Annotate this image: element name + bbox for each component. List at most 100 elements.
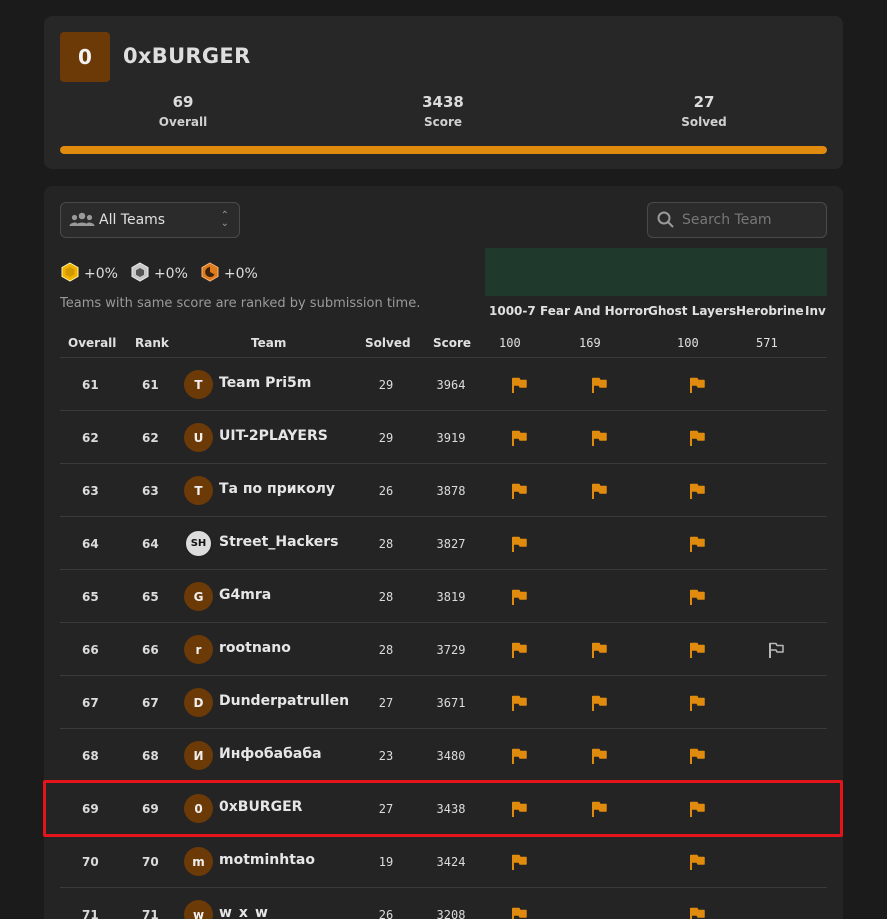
team-avatar: m [184, 847, 213, 876]
challenge-header-4[interactable]: Herobrine [736, 304, 804, 318]
col-team[interactable]: Team [251, 336, 286, 350]
col-rank[interactable]: Rank [135, 336, 169, 350]
stat-solved-label: Solved [681, 115, 727, 129]
table-row[interactable]: 70 70 m motminhtao 19 3424 [60, 835, 827, 888]
progress-bar [60, 146, 827, 154]
row-solved: 26 [378, 484, 394, 498]
team-name-link[interactable]: w_x_w [219, 905, 268, 919]
search-box[interactable] [647, 202, 827, 238]
solved-flag-icon[interactable] [590, 747, 608, 765]
team-name-link[interactable]: motminhtao [219, 852, 315, 868]
row-score: 3438 [436, 802, 466, 816]
team-name-link[interactable]: UIT-2PLAYERS [219, 428, 328, 444]
row-solved: 28 [378, 590, 394, 604]
solved-flag-icon[interactable] [510, 641, 528, 659]
team-name-link[interactable]: Dunderpatrullen [219, 693, 349, 709]
search-input[interactable] [682, 212, 812, 228]
solved-flag-icon[interactable] [510, 376, 528, 394]
solved-flag-icon[interactable] [688, 429, 706, 447]
row-rank: 68 [142, 749, 159, 763]
row-overall: 61 [82, 378, 99, 392]
team-name-link[interactable]: rootnano [219, 640, 291, 656]
team-avatar: T [184, 476, 213, 505]
row-rank: 62 [142, 431, 159, 445]
ranking-note: Teams with same score are ranked by subm… [60, 296, 421, 311]
solved-flag-icon[interactable] [590, 800, 608, 818]
team-avatar: SH [184, 529, 213, 558]
team-name-link[interactable]: Инфобабаба [219, 746, 322, 762]
table-row[interactable]: 65 65 G G4mra 28 3819 [60, 570, 827, 623]
col-solved[interactable]: Solved [365, 336, 411, 350]
stat-solved-value: 27 [693, 93, 715, 111]
solved-flag-icon[interactable] [688, 641, 706, 659]
solved-flag-icon[interactable] [510, 906, 528, 919]
solved-flag-icon[interactable] [688, 482, 706, 500]
badge-bronze-text: +0% [223, 266, 258, 282]
table-row[interactable]: 71 71 w w_x_w 26 3208 [60, 888, 827, 919]
solved-flag-icon[interactable] [688, 588, 706, 606]
row-solved: 28 [378, 643, 394, 657]
row-score: 3480 [436, 749, 466, 763]
stat-overall-label: Overall [158, 115, 208, 129]
col-score[interactable]: Score [433, 336, 471, 350]
scoreboard-card: All Teams ⌃⌄ +0% [44, 186, 843, 919]
badge-gold: +0% [60, 262, 118, 286]
challenge-header-2[interactable]: Fear And Horror [540, 304, 649, 318]
team-name-link[interactable]: G4mra [219, 587, 271, 603]
challenge-header-5[interactable]: Inv [805, 304, 826, 318]
row-solved: 27 [378, 802, 394, 816]
chevron-updown-icon: ⌃ ⌄ [220, 210, 229, 229]
row-solved: 19 [378, 855, 394, 869]
solved-flag-icon[interactable] [688, 694, 706, 712]
solved-flag-icon[interactable] [510, 800, 528, 818]
solved-flag-icon[interactable] [510, 588, 528, 606]
table-row[interactable]: 68 68 И Инфобабаба 23 3480 [60, 729, 827, 782]
solved-flag-icon[interactable] [510, 747, 528, 765]
table-row[interactable]: 63 63 T Та по приколу 26 3878 [60, 464, 827, 517]
solved-flag-icon[interactable] [688, 535, 706, 553]
solved-flag-icon[interactable] [590, 482, 608, 500]
silver-cube-icon [130, 262, 150, 286]
table-row[interactable]: 61 61 T Team Pri5m 29 3964 [60, 358, 827, 411]
team-name-link[interactable]: Та по приколу [219, 481, 335, 497]
solved-flag-icon[interactable] [590, 641, 608, 659]
score-chart-strip [485, 248, 827, 296]
solved-flag-icon[interactable] [510, 694, 528, 712]
row-solved: 28 [378, 537, 394, 551]
team-name-link[interactable]: Team Pri5m [219, 375, 311, 391]
row-rank: 70 [142, 855, 159, 869]
row-rank: 69 [142, 802, 159, 816]
solved-flag-icon[interactable] [688, 800, 706, 818]
team-name-link[interactable]: 0xBURGER [219, 799, 302, 815]
challenge-header-3[interactable]: Ghost Layers [648, 304, 736, 318]
challenge-points-2: 169 [579, 336, 601, 350]
challenge-headers: 1000-7 Fear And Horror Ghost Layers Hero… [485, 296, 827, 320]
outline-flag-icon[interactable] [767, 641, 785, 659]
table-row[interactable]: 67 67 D Dunderpatrullen 27 3671 [60, 676, 827, 729]
solved-flag-icon[interactable] [510, 482, 528, 500]
col-overall[interactable]: Overall [68, 336, 116, 350]
solved-flag-icon[interactable] [688, 747, 706, 765]
stat-solved: 27 Solved [634, 93, 774, 129]
solved-flag-icon[interactable] [510, 853, 528, 871]
table-row[interactable]: 66 66 r rootnano 28 3729 [60, 623, 827, 676]
team-filter-value: All Teams [99, 212, 166, 228]
table-row[interactable]: 64 64 SH Street_Hackers 28 3827 [60, 517, 827, 570]
row-overall: 70 [82, 855, 99, 869]
challenge-header-1[interactable]: 1000-7 [489, 304, 536, 318]
badge-gold-text: +0% [84, 266, 118, 282]
team-name-link[interactable]: Street_Hackers [219, 534, 339, 550]
solved-flag-icon[interactable] [688, 906, 706, 919]
row-score: 3208 [436, 908, 466, 919]
team-filter-select[interactable]: All Teams ⌃ ⌄ [60, 202, 240, 238]
solved-flag-icon[interactable] [590, 694, 608, 712]
solved-flag-icon[interactable] [510, 535, 528, 553]
team-avatar: 0 [184, 794, 213, 823]
solved-flag-icon[interactable] [688, 853, 706, 871]
solved-flag-icon[interactable] [510, 429, 528, 447]
solved-flag-icon[interactable] [590, 376, 608, 394]
table-row[interactable]: 62 62 U UIT-2PLAYERS 29 3919 [60, 411, 827, 464]
solved-flag-icon[interactable] [590, 429, 608, 447]
table-row[interactable]: 69 69 0 0xBURGER 27 3438 [60, 782, 827, 835]
solved-flag-icon[interactable] [688, 376, 706, 394]
